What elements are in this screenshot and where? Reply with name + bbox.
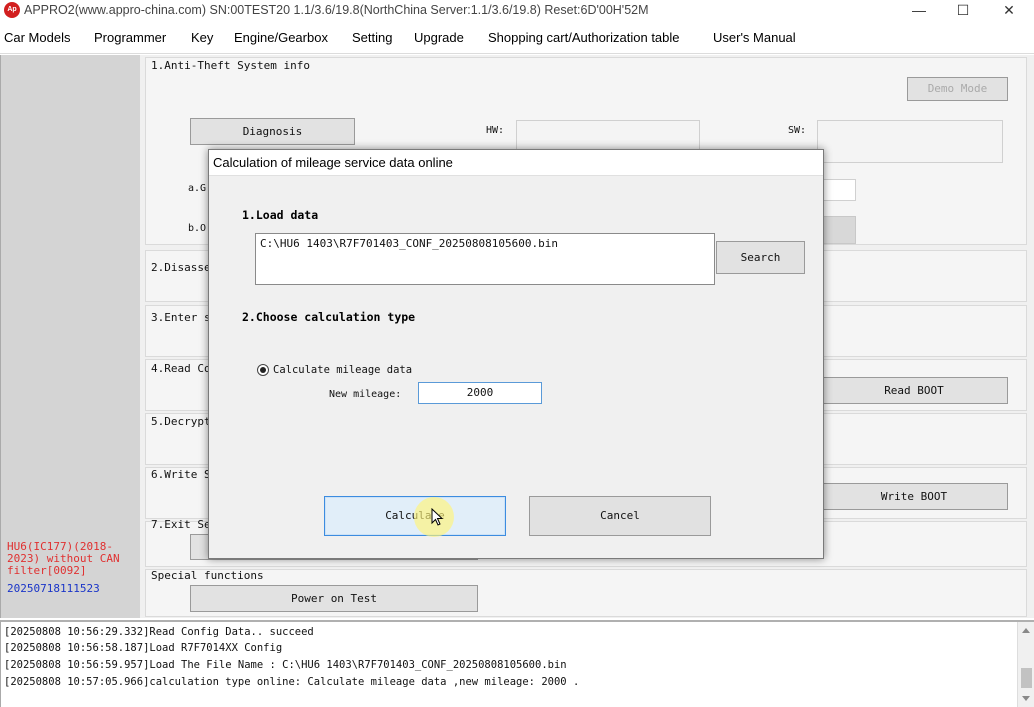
calculate-mileage-radio[interactable] [257, 364, 269, 376]
log-scrollbar[interactable] [1017, 622, 1034, 707]
load-data-title: 1.Load data [242, 208, 319, 222]
mouse-cursor-icon [431, 508, 444, 526]
calculate-mileage-label: Calculate mileage data [273, 364, 413, 376]
section5-title: 5.Decrypt [151, 415, 211, 428]
log-line: [20250808 10:57:05.966]calculation type … [4, 676, 580, 688]
log-line: [20250808 10:56:29.332]Read Config Data.… [4, 626, 314, 638]
menu-bar: Car Models Programmer Key Engine/Gearbox… [0, 22, 1034, 54]
read-boot-button[interactable]: Read BOOT [820, 377, 1008, 404]
power-on-test-label: Power on Test [290, 592, 378, 605]
special-functions-title: Special functions [151, 569, 264, 582]
section6-title: 6.Write S [151, 468, 211, 481]
log-line: [20250808 10:56:59.957]Load The File Nam… [4, 659, 567, 671]
diagnosis-button[interactable]: Diagnosis [190, 118, 355, 145]
menu-users-manual[interactable]: User's Manual [713, 30, 796, 45]
scroll-down-icon[interactable] [1022, 696, 1030, 701]
write-boot-button[interactable]: Write BOOT [820, 483, 1008, 510]
option-a-label: a.G [188, 183, 207, 194]
scroll-up-icon[interactable] [1022, 628, 1030, 633]
left-panel: HU6(IC177)(2018-2023) without CAN filter… [0, 55, 140, 618]
minimize-button[interactable]: — [896, 0, 942, 22]
new-mileage-label: New mileage: [329, 389, 402, 400]
close-window-button[interactable]: ✕ [986, 0, 1032, 22]
section4-title: 4.Read Co [151, 362, 211, 375]
option-b-button[interactable] [820, 216, 856, 244]
sw-label: SW: [788, 125, 807, 136]
app-logo-icon: Ap [4, 2, 20, 18]
calc-type-title: 2.Choose calculation type [242, 310, 416, 324]
mileage-calculation-dialog: Calculation of mileage service data onli… [208, 149, 824, 559]
log-line: [20250808 10:56:58.187]Load R7F7014XX Co… [4, 642, 283, 654]
section3-title: 3.Enter s [151, 311, 211, 324]
read-boot-label: Read BOOT [884, 384, 944, 397]
file-path-text: C:\HU6 1403\R7F701403_CONF_2025080810560… [260, 237, 559, 250]
menu-car-models[interactable]: Car Models [4, 30, 70, 45]
diagnosis-label: Diagnosis [242, 125, 303, 138]
menu-programmer[interactable]: Programmer [94, 30, 166, 45]
write-boot-label: Write BOOT [880, 490, 948, 503]
sw-field [817, 120, 1003, 163]
section7-title: 7.Exit Se [151, 518, 211, 531]
section2-title: 2.Disasse [151, 261, 211, 274]
section1-title: 1.Anti-Theft System info [151, 59, 310, 72]
cancel-button[interactable]: Cancel [529, 496, 711, 536]
dialog-title: Calculation of mileage service data onli… [213, 155, 453, 170]
search-button[interactable]: Search [716, 241, 805, 274]
demo-mode-label: Demo Mode [927, 82, 988, 95]
menu-shopping-cart[interactable]: Shopping cart/Authorization table [488, 30, 680, 45]
window-title: APPRO2(www.appro-china.com) SN:00TEST20 … [24, 3, 649, 17]
log-area: [20250808 10:56:29.332]Read Config Data.… [0, 620, 1034, 707]
log-scroll-thumb[interactable] [1021, 668, 1032, 688]
search-label: Search [740, 251, 781, 264]
menu-upgrade[interactable]: Upgrade [414, 30, 464, 45]
option-a-field[interactable] [820, 179, 856, 201]
menu-engine-gearbox[interactable]: Engine/Gearbox [234, 30, 328, 45]
option-b-label: b.O [188, 223, 207, 234]
file-path-field[interactable]: C:\HU6 1403\R7F701403_CONF_2025080810560… [255, 233, 715, 285]
menu-key[interactable]: Key [191, 30, 213, 45]
calculate-button[interactable]: Calculate [324, 496, 506, 536]
car-model-label: HU6(IC177)(2018-2023) without CAN filter… [7, 540, 120, 577]
maximize-button[interactable]: ☐ [940, 0, 986, 22]
menu-setting[interactable]: Setting [352, 30, 392, 45]
power-on-test-button[interactable]: Power on Test [190, 585, 478, 612]
new-mileage-input[interactable]: 2000 [418, 382, 542, 404]
cancel-label: Cancel [600, 509, 640, 522]
dialog-titlebar: Calculation of mileage service data onli… [209, 150, 823, 176]
window-titlebar: Ap APPRO2(www.appro-china.com) SN:00TEST… [0, 0, 1034, 22]
demo-mode-button[interactable]: Demo Mode [907, 77, 1008, 101]
build-date: 20250718111523 [7, 582, 100, 595]
hw-label: HW: [486, 125, 505, 136]
